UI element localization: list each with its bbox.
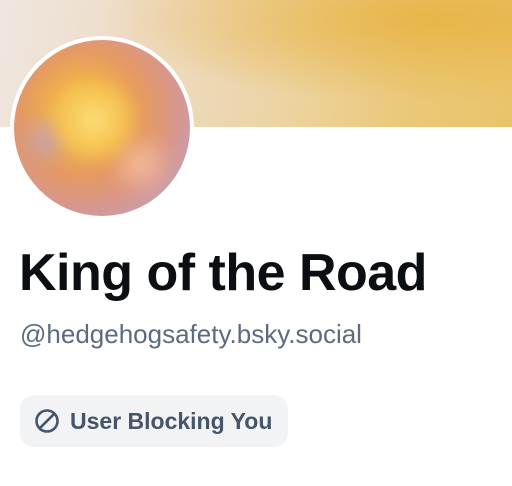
user-blocking-you-badge[interactable]: User Blocking You [20, 395, 289, 447]
display-name: King of the Road [19, 244, 427, 302]
block-status-label: User Blocking You [70, 407, 273, 434]
profile-handle: @hedgehogsafety.bsky.social [20, 319, 362, 349]
avatar[interactable] [14, 40, 190, 216]
blocked-circle-icon [34, 408, 60, 434]
avatar-border [10, 36, 194, 220]
